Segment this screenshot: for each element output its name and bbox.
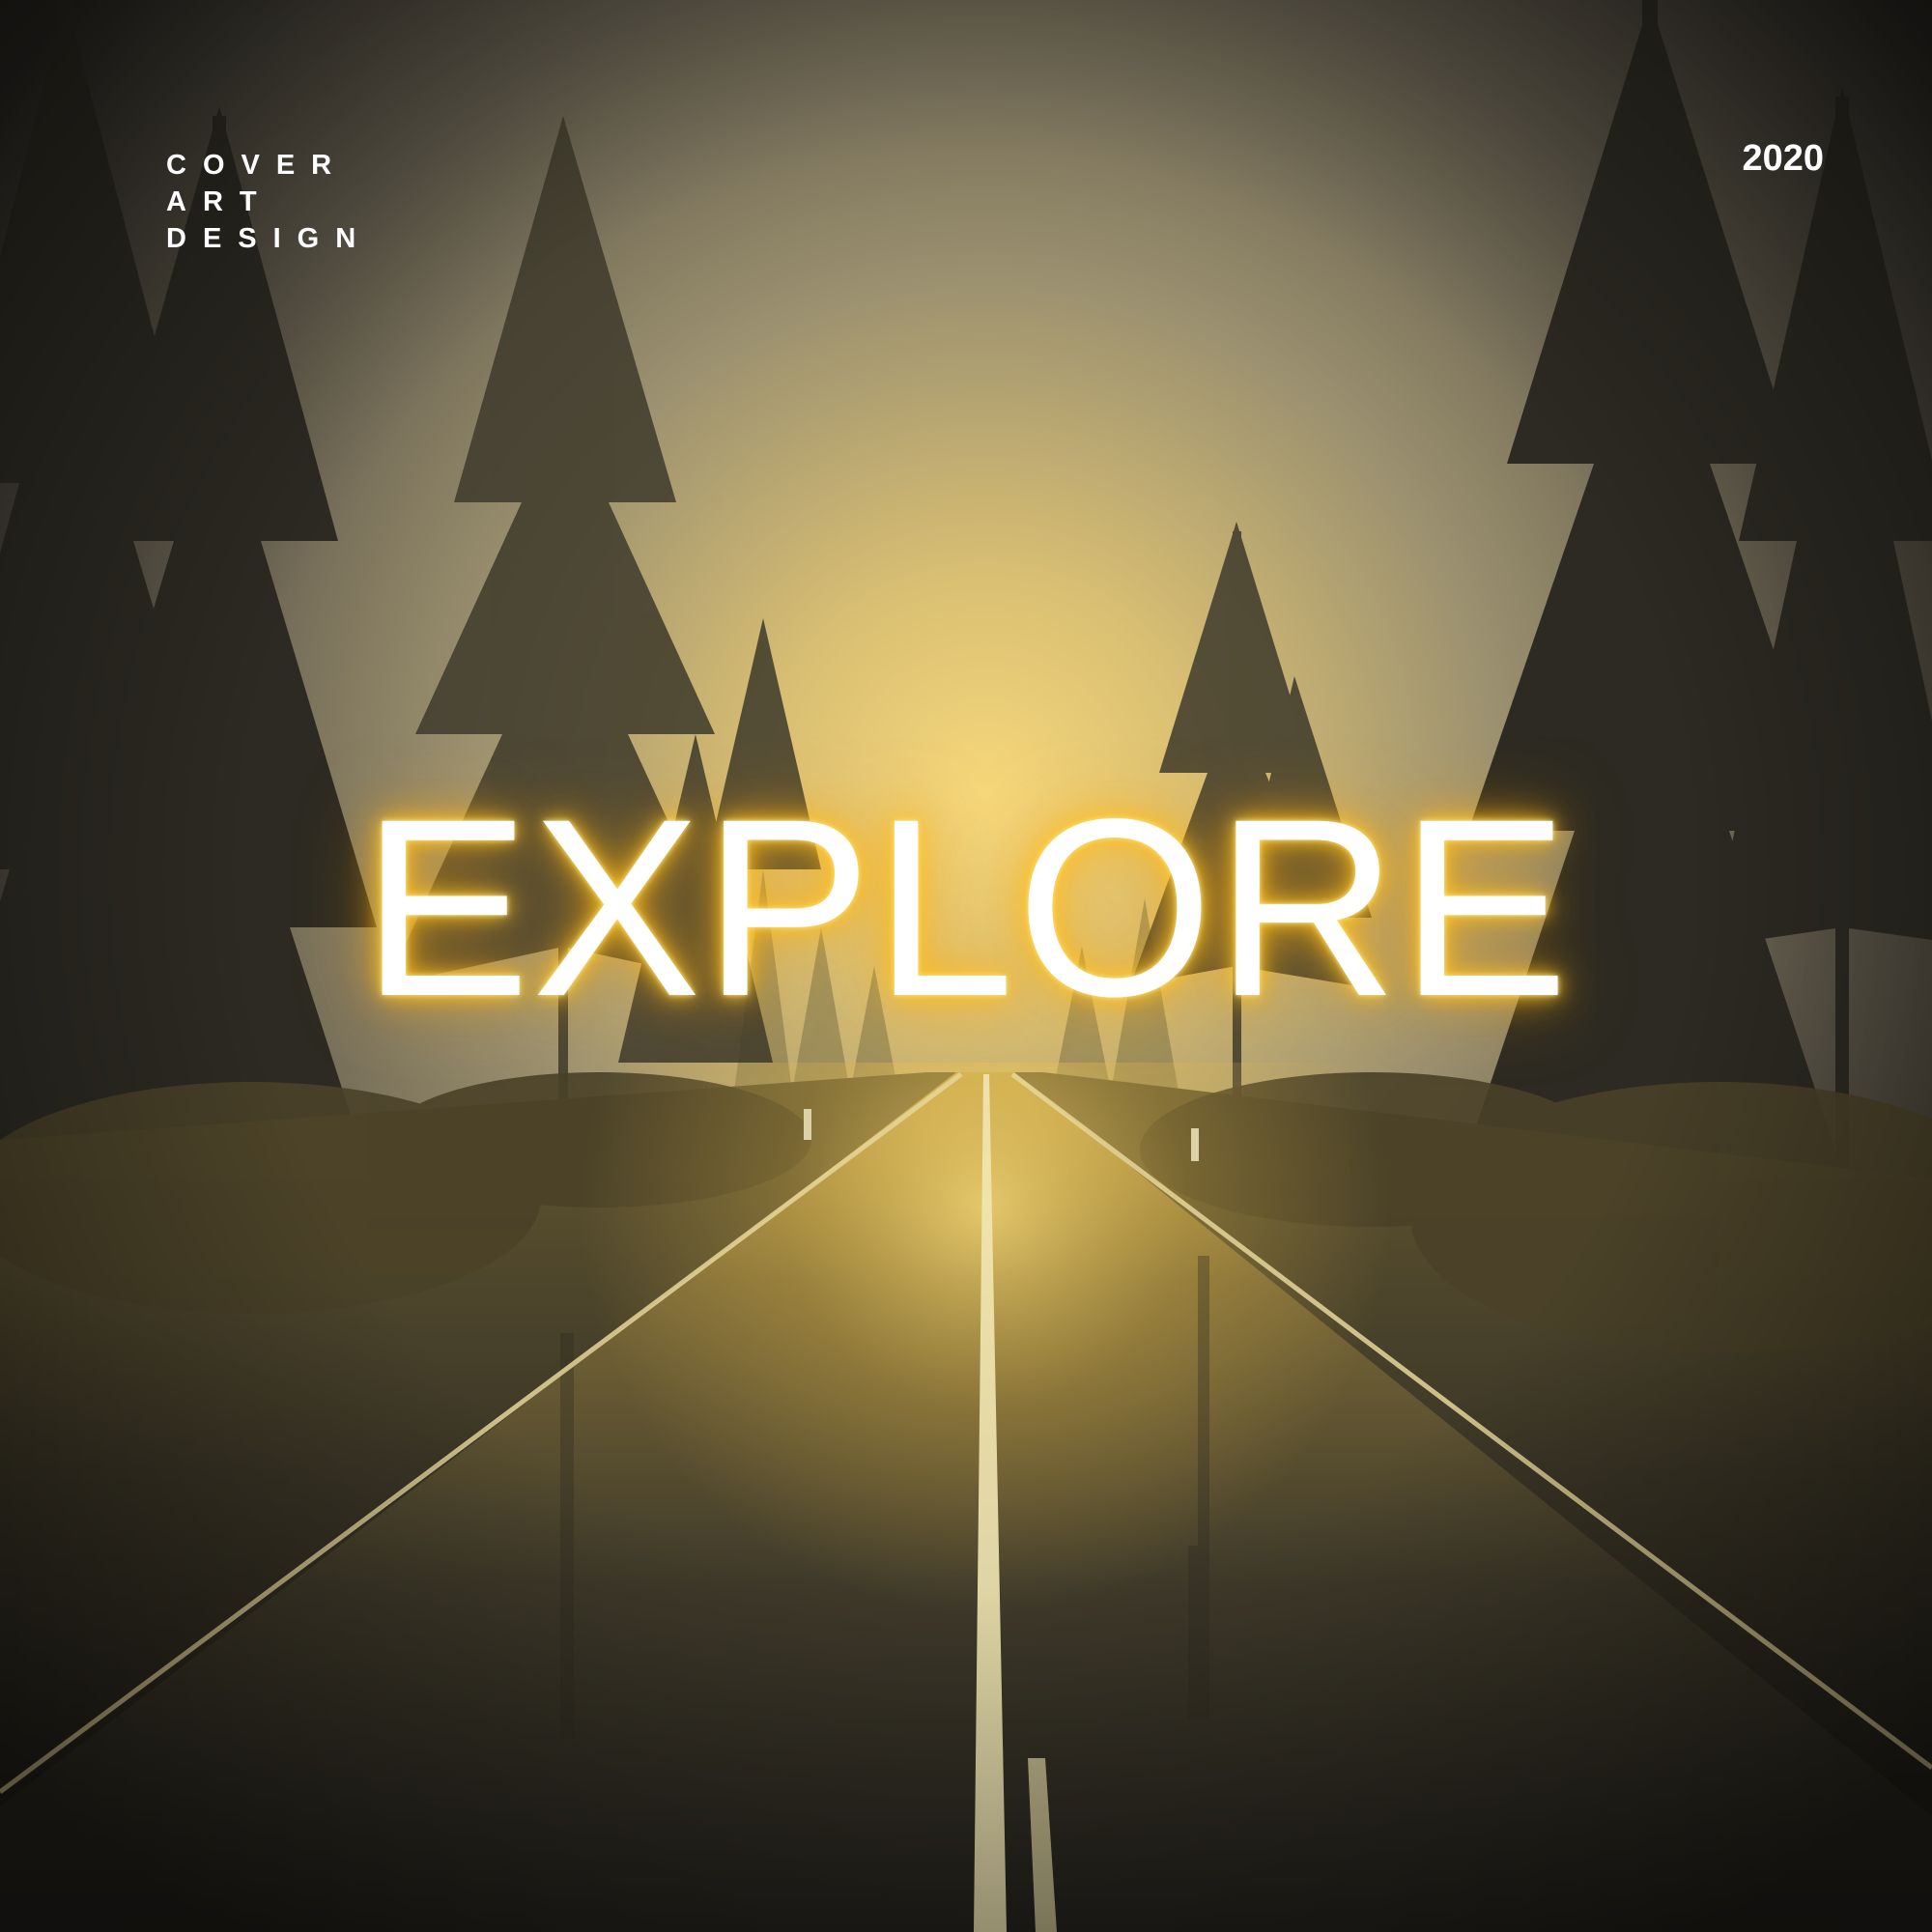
cover-art: COVER ART DESIGN 2020 EXPLORE (0, 0, 1932, 1932)
headline-title: EXPLORE (361, 766, 1571, 1049)
cover-art-design-label: COVER ART DESIGN (166, 147, 372, 257)
label-line-art: ART (166, 186, 273, 217)
label-line-cover: COVER (166, 150, 349, 181)
label-line-design: DESIGN (166, 223, 373, 254)
year-label: 2020 (1742, 138, 1824, 179)
